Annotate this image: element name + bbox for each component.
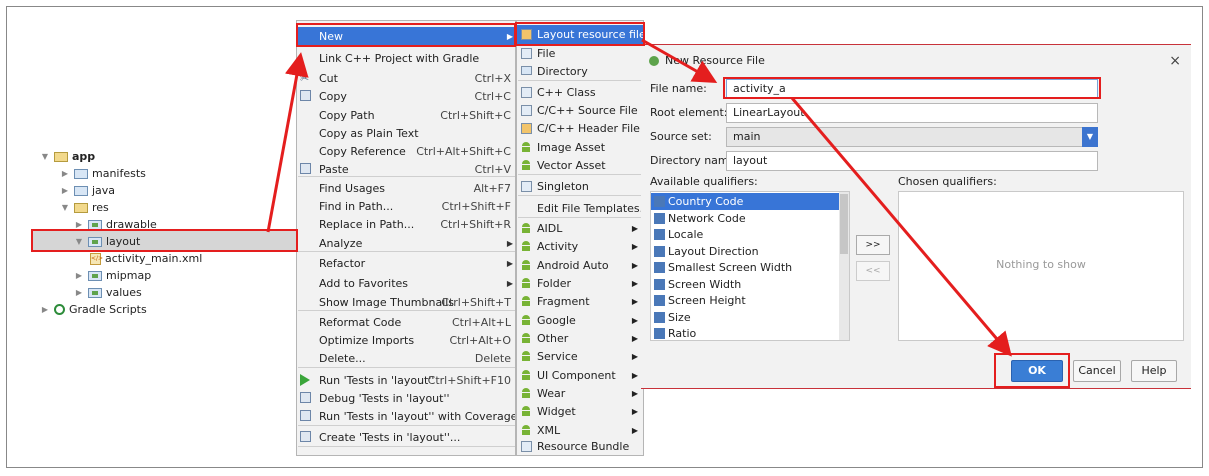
arrow-to-ok: [790, 97, 1012, 357]
annotation-arrows: [266, 38, 1012, 357]
arrow-to-file-name: [641, 38, 718, 83]
arrow-to-new: [266, 52, 309, 233]
